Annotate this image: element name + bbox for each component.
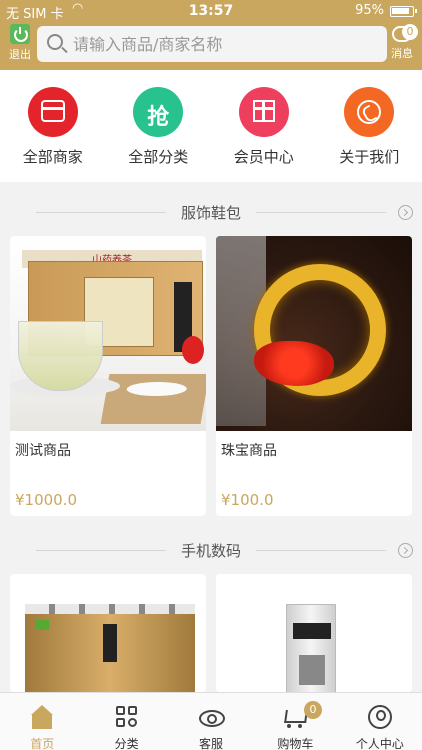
shortcut-label: 全部分类 [128,148,189,166]
section-header-apparel: 服饰鞋包 [0,188,422,238]
tab-label: 分类 [114,737,139,750]
chevron-right-icon[interactable] [398,205,413,220]
tab-category[interactable]: 分类 [84,693,168,750]
product-card[interactable]: 山药养茶 测试商品 ¥1000.0 [10,236,206,516]
product-card[interactable]: 珠宝商品 ¥100.0 [216,236,412,516]
category-grid-icon [115,705,139,729]
tab-label: 个人中心 [355,737,404,750]
section-header-digital: 手机数码 [0,526,422,576]
tab-label: 首页 [30,737,55,750]
shortcut-label: 关于我们 [339,148,400,166]
shortcut-all-merchants[interactable]: 全部商家 [0,70,106,182]
tab-customer-service[interactable]: 客服 [169,693,253,750]
search-input[interactable] [73,26,373,62]
product-image-dispenser [216,574,412,692]
search-icon [47,34,63,50]
search-bar[interactable] [37,26,387,62]
product-name: 测试商品 [15,443,71,459]
product-image-tea: 山药养茶 [10,236,206,431]
tab-home[interactable]: 首页 [0,693,84,750]
product-price: ¥100.0 [221,491,274,509]
product-image-purifier [10,574,206,692]
logout-label: 退出 [9,48,31,61]
shortcut-member-center[interactable]: 会员中心 [211,70,317,182]
shortcut-label: 会员中心 [233,148,294,166]
product-name: 珠宝商品 [221,443,277,459]
power-icon [10,24,30,44]
tab-label: 客服 [199,737,224,750]
battery-icon [390,6,417,17]
shortcut-label: 全部商家 [22,148,83,166]
header: 退出 0 消息 [0,22,422,70]
messages-button[interactable]: 0 消息 [386,24,418,61]
chevron-right-icon[interactable] [398,543,413,558]
status-bar: 无 SIM 卡 ◠ 13:57 95% [0,0,422,22]
shortcut-all-categories[interactable]: 抢 全部分类 [106,70,212,182]
product-card[interactable] [216,574,412,692]
home-icon [30,705,54,729]
user-icon [367,705,392,729]
tab-cart[interactable]: 购物车 [253,693,337,750]
message-count-badge: 0 [402,24,418,40]
tab-label: 购物车 [277,737,314,750]
grab-icon: 抢 [133,87,184,137]
eye-icon [199,705,226,729]
cart-count-badge: 0 [304,701,322,719]
product-card[interactable] [10,574,206,692]
product-price: ¥1000.0 [15,491,78,509]
battery-percent: 95% [355,3,384,18]
product-image-bracelet [216,236,412,431]
category-shortcuts: 全部商家 抢 全部分类 会员中心 关于我们 [0,70,422,182]
top-bar: 无 SIM 卡 ◠ 13:57 95% 退出 0 消息 [0,0,422,70]
shortcut-about-us[interactable]: 关于我们 [317,70,422,182]
store-icon [27,87,78,137]
tab-profile[interactable]: 个人中心 [338,693,422,750]
messages-label: 消息 [391,47,413,60]
bottom-tab-bar: 首页 分类 客服 购物车 个人中心 0 [0,692,422,750]
gift-icon [238,87,289,137]
phone-icon [344,87,395,137]
logout-button[interactable]: 退出 [6,24,34,62]
